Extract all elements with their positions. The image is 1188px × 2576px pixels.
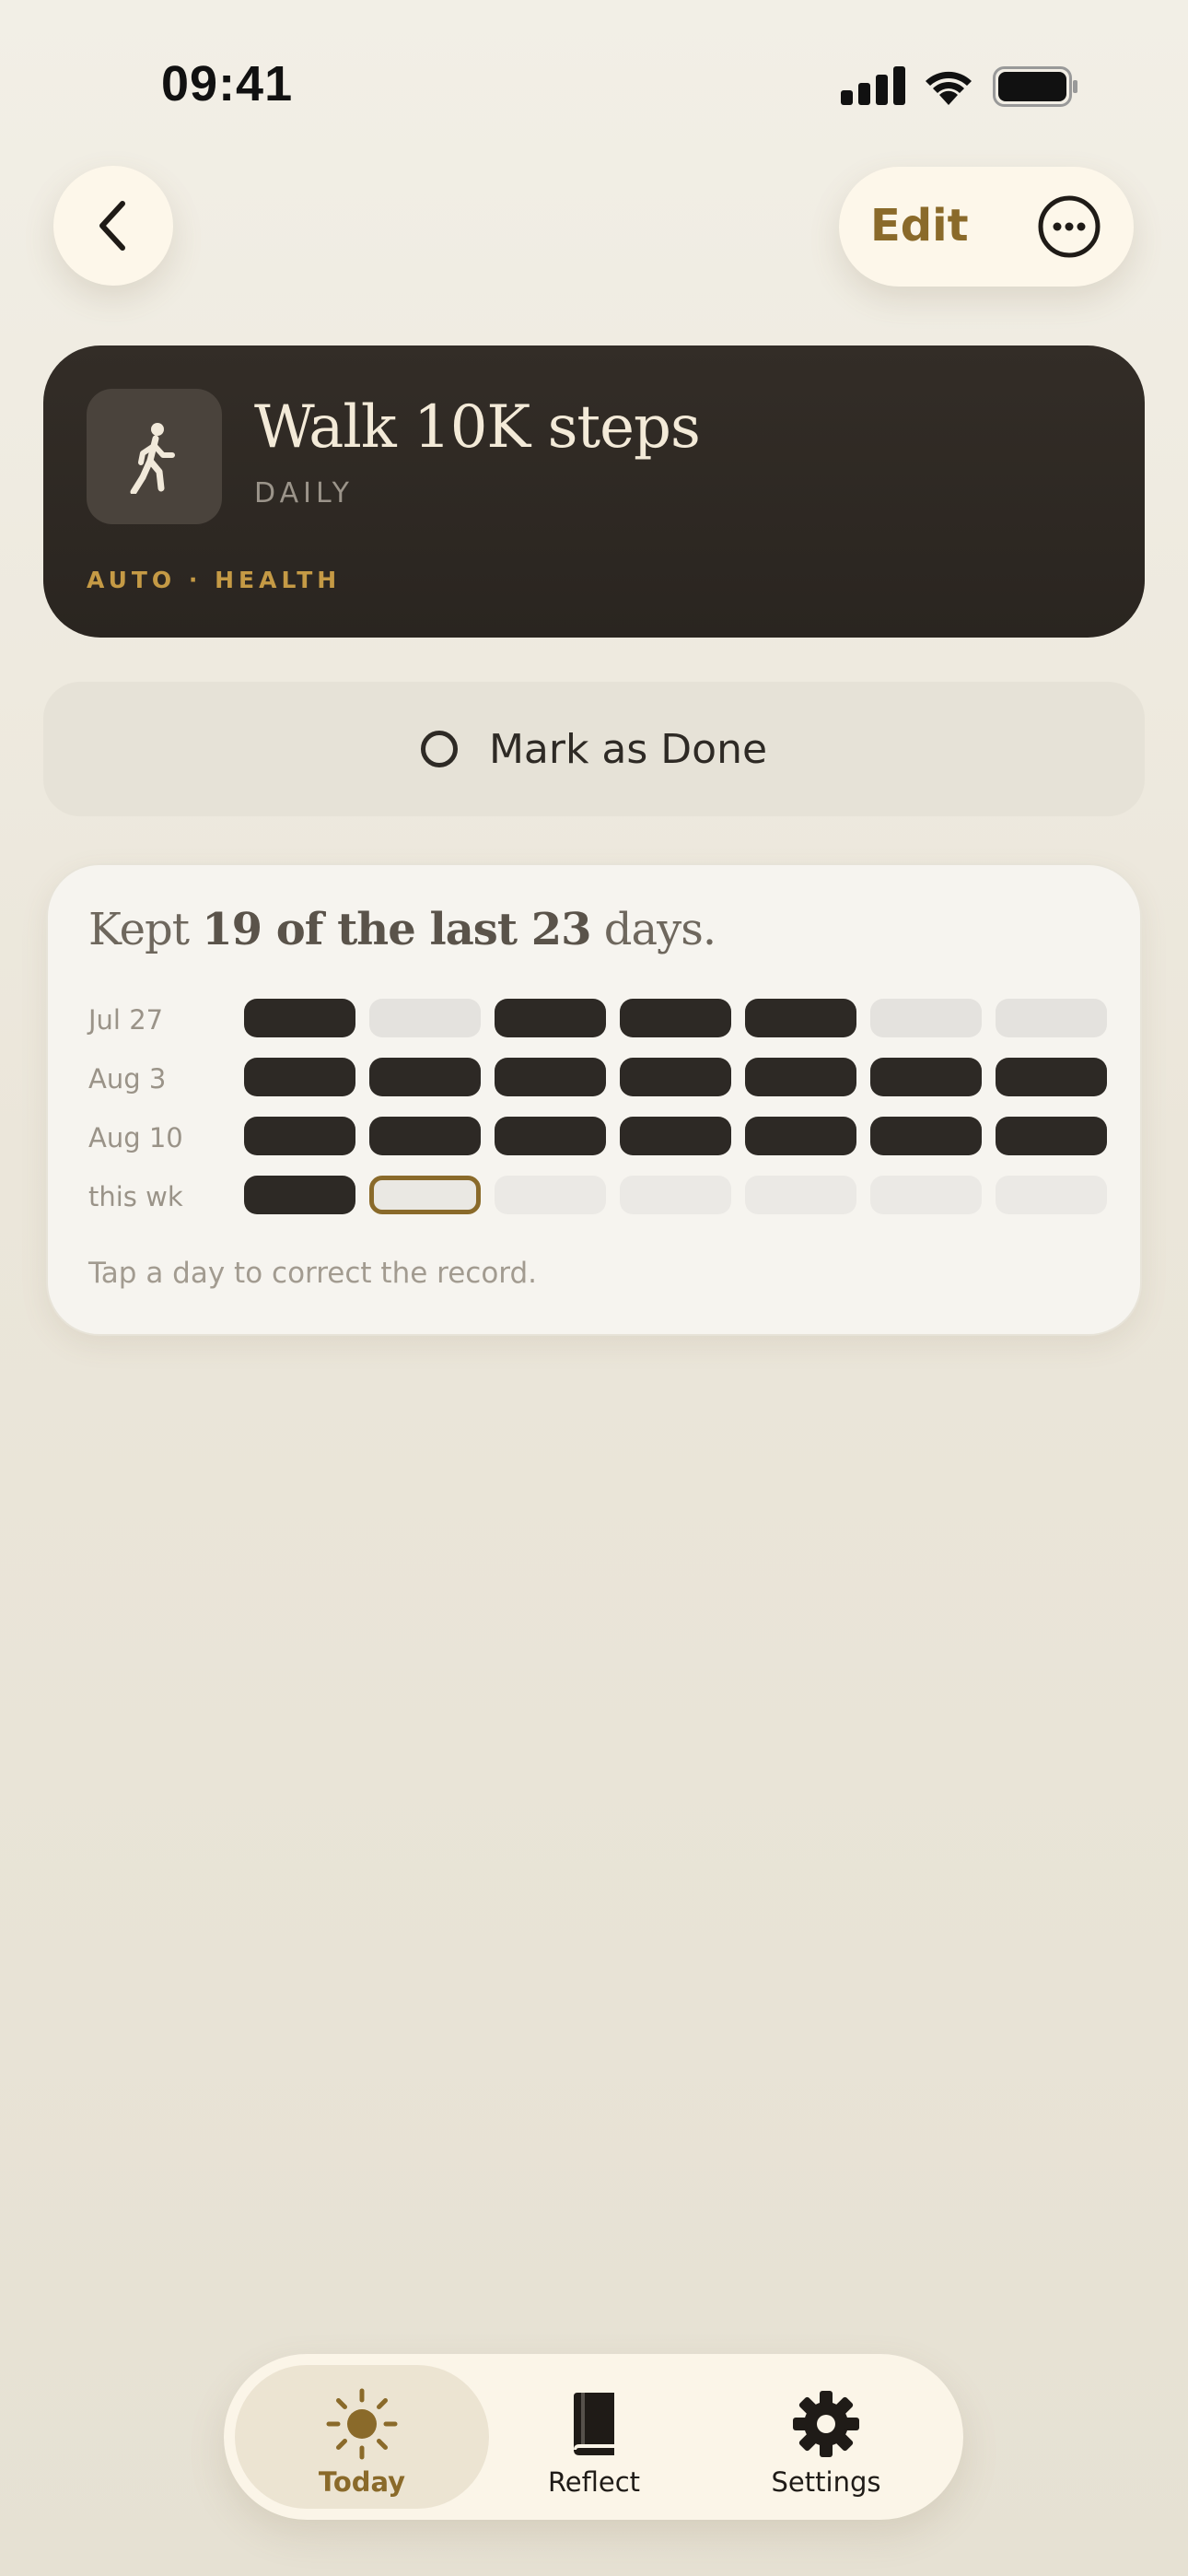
mark-as-done-label: Mark as Done: [488, 725, 768, 773]
status-time: 09:41: [161, 56, 294, 111]
day-cell-done[interactable]: [870, 1117, 982, 1155]
gear-icon: [793, 2391, 859, 2457]
day-cell-done[interactable]: [620, 1117, 731, 1155]
kept-summary-mid: of the last: [262, 904, 531, 955]
back-button[interactable]: [53, 166, 173, 286]
day-cell-done[interactable]: [495, 1058, 606, 1096]
day-cell-done[interactable]: [620, 999, 731, 1037]
habit-title: Walk 10K steps: [254, 393, 701, 462]
day-cell-done[interactable]: [996, 1058, 1107, 1096]
day-cell-done[interactable]: [745, 1117, 856, 1155]
cellular-signal-icon: [841, 66, 905, 105]
day-cell-done[interactable]: [244, 999, 355, 1037]
battery-icon: [993, 66, 1077, 107]
day-cell-future: [996, 1176, 1107, 1214]
week-label: Aug 10: [88, 1122, 183, 1153]
kept-summary: Kept 19 of the last 23 days.: [88, 904, 716, 955]
day-cell-done[interactable]: [244, 1176, 355, 1214]
day-cell-done[interactable]: [745, 1058, 856, 1096]
day-cell-done[interactable]: [870, 1058, 982, 1096]
day-cell-done[interactable]: [369, 1117, 481, 1155]
week-label: Jul 27: [88, 1004, 164, 1036]
edit-button[interactable]: Edit: [870, 200, 969, 252]
book-icon: [574, 2393, 614, 2455]
tab-reflect-label: Reflect: [547, 2466, 641, 2498]
habit-frequency: DAILY: [254, 477, 354, 509]
more-options-icon[interactable]: [1037, 194, 1101, 259]
day-cell-missed[interactable]: [870, 999, 982, 1037]
day-cell-done[interactable]: [495, 1117, 606, 1155]
day-cell-future: [745, 1176, 856, 1214]
day-cell-done[interactable]: [244, 1117, 355, 1155]
habit-icon-tile: [87, 389, 222, 524]
edit-actions-pill: Edit: [839, 167, 1134, 287]
tab-bar: Today Reflect Settings: [224, 2354, 963, 2520]
day-cell-done[interactable]: [620, 1058, 731, 1096]
sun-icon: [326, 2388, 398, 2460]
walking-person-icon: [130, 422, 175, 494]
empty-circle-icon: [420, 731, 458, 767]
day-cell-missed[interactable]: [369, 999, 481, 1037]
week-label: Aug 3: [88, 1063, 167, 1095]
tab-settings[interactable]: Settings: [699, 2365, 953, 2509]
day-cell-future: [495, 1176, 606, 1214]
day-cell-done[interactable]: [244, 1058, 355, 1096]
tab-today-label: Today: [318, 2466, 406, 2498]
day-cell-done[interactable]: [369, 1058, 481, 1096]
history-card: Kept 19 of the last 23 days. Jul 27 Aug 3…: [46, 863, 1142, 1336]
day-cell-done[interactable]: [996, 1117, 1107, 1155]
day-cell-future: [620, 1176, 731, 1214]
kept-summary-prefix: Kept: [88, 904, 203, 955]
day-cell-done[interactable]: [745, 999, 856, 1037]
tab-today[interactable]: Today: [235, 2365, 489, 2509]
habit-tag: AUTO · HEALTH: [87, 567, 342, 593]
correction-hint: Tap a day to correct the record.: [88, 1257, 538, 1290]
chevron-left-icon: [99, 201, 125, 251]
kept-summary-suffix: days.: [590, 904, 716, 955]
wifi-icon: [926, 71, 972, 105]
day-cell-done[interactable]: [495, 999, 606, 1037]
mark-as-done-button[interactable]: Mark as Done: [43, 682, 1145, 816]
tab-settings-label: Settings: [771, 2466, 881, 2498]
week-label: this wk: [88, 1181, 183, 1212]
day-cell-today[interactable]: [369, 1176, 481, 1214]
kept-count: 19: [202, 904, 262, 955]
day-cell-missed[interactable]: [996, 999, 1107, 1037]
total-days: 23: [530, 904, 592, 955]
tab-reflect[interactable]: Reflect: [467, 2365, 721, 2509]
day-cell-future: [870, 1176, 982, 1214]
habit-header-card: Walk 10K steps DAILY AUTO · HEALTH: [43, 345, 1145, 638]
